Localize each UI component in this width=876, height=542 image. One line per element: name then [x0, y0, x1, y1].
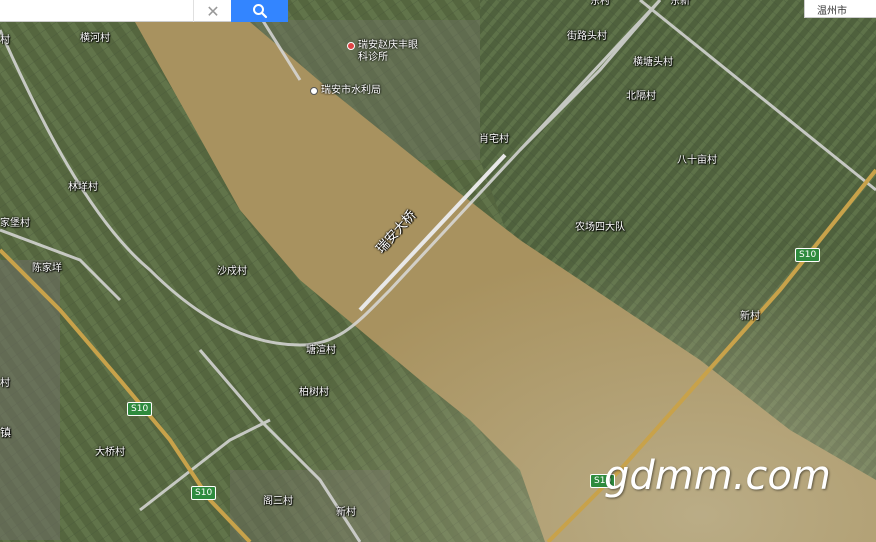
village-label: 横塘头村 [633, 57, 673, 68]
village-label: 柏树村 [299, 387, 329, 398]
village-label: 北隔村 [626, 91, 656, 102]
poi-water-bureau-label: 瑞安市水利局 [321, 85, 381, 96]
village-label: 阁三村 [263, 496, 293, 507]
village-label: 横河村 [80, 33, 110, 44]
village-label: 农场四大队 [575, 222, 625, 233]
village-label: 村 [0, 35, 10, 46]
road-shield-s10: S10 [795, 248, 821, 262]
village-label: 林垟村 [68, 182, 98, 193]
search-icon [252, 4, 267, 19]
poi-water-bureau[interactable]: 瑞安市水利局 [310, 85, 381, 97]
village-label: 八十亩村 [677, 155, 717, 166]
search-button[interactable] [231, 0, 288, 22]
city-label: 温州市 [817, 6, 847, 17]
village-label: 肖宅村 [479, 134, 509, 145]
road-shield-s10: S10 [191, 486, 217, 500]
village-label: 陈家垟 [32, 263, 62, 274]
clear-button[interactable]: ✕ [193, 0, 232, 22]
village-label: 街路头村 [567, 31, 607, 42]
village-label: 东新 [670, 0, 690, 7]
poi-clinic-label: 瑞安赵庆丰眼科诊所 [358, 40, 418, 63]
village-label: 新村 [740, 311, 760, 322]
poi-marker-icon [310, 87, 318, 95]
close-icon: ✕ [206, 1, 220, 21]
village-label: 塘渲村 [306, 345, 336, 356]
village-label: 沙戍村 [217, 266, 247, 277]
village-label: 家堡村 [0, 218, 30, 229]
watermark-text: gdmm.com [604, 453, 831, 499]
village-label: 村 [0, 378, 10, 389]
city-selector[interactable]: 温州市 [804, 0, 876, 18]
poi-clinic[interactable]: 瑞安赵庆丰眼科诊所 [347, 40, 418, 64]
village-label: 大桥村 [95, 447, 125, 458]
road-shield-s10: S10 [127, 402, 153, 416]
village-label: 新村 [336, 507, 356, 518]
village-label: 东村 [590, 0, 610, 7]
poi-marker-icon [347, 42, 355, 50]
village-label: 镇 [0, 426, 11, 439]
